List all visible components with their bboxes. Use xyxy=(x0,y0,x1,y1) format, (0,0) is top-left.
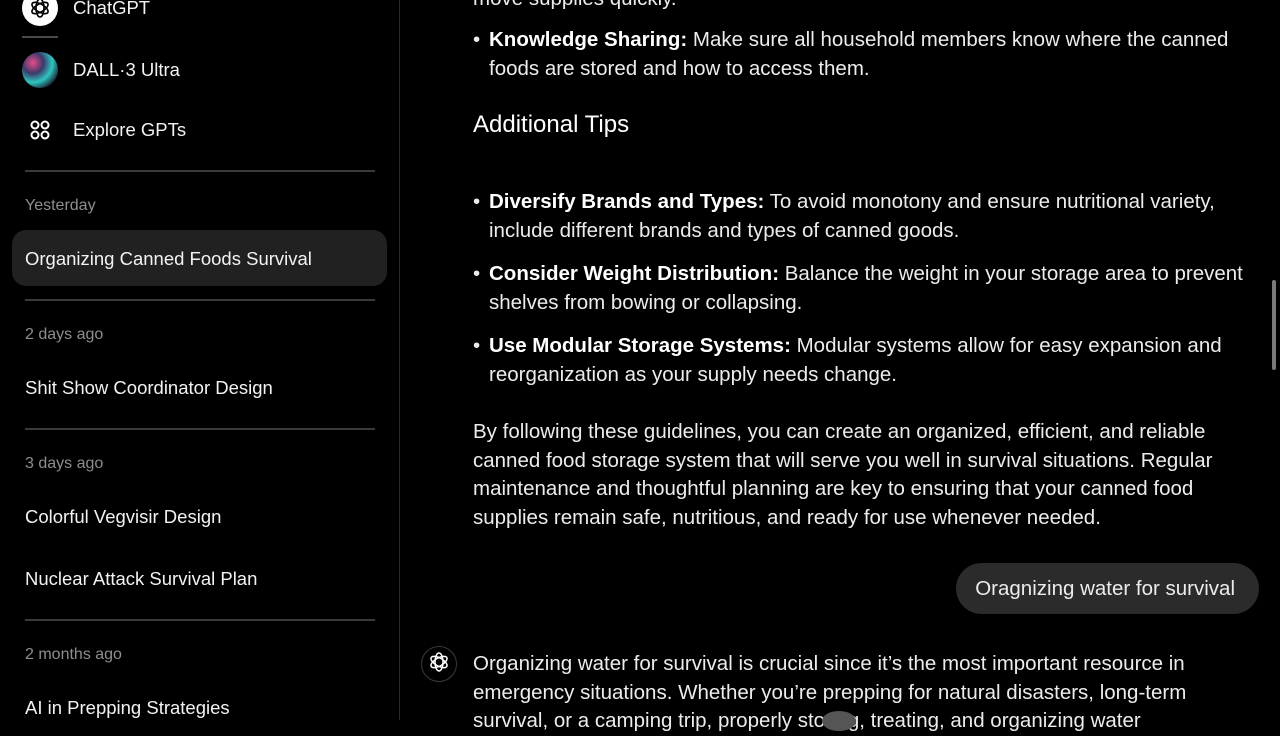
group-label: Yesterday xyxy=(25,197,96,214)
user-message-text: Oragnizing water for survival xyxy=(975,576,1235,600)
dalle-avatar-icon xyxy=(22,52,58,88)
divider xyxy=(25,170,375,172)
assistant-avatar xyxy=(421,646,457,682)
conversation-item[interactable]: AI in Prepping Strategies xyxy=(25,697,230,719)
divider xyxy=(25,299,375,301)
nav-explore-gpts[interactable]: Explore GPTs xyxy=(22,112,186,148)
touch-cursor xyxy=(822,711,856,731)
assistant-reply: Organizing water for survival is crucial… xyxy=(473,652,1187,733)
openai-logo-icon xyxy=(427,650,451,679)
bullet-dot: • xyxy=(473,262,481,285)
sidebar: ChatGPT DALL·3 Ultra Explore GPTs Yester… xyxy=(0,0,400,720)
nav-label: ChatGPT xyxy=(73,0,151,18)
group-label: 2 months ago xyxy=(25,646,122,663)
bullet-title: Knowledge Sharing: xyxy=(489,28,688,51)
conversation-item[interactable]: Colorful Vegvisir Design xyxy=(25,506,221,528)
scrollbar[interactable] xyxy=(1272,280,1276,370)
tip-bullet: • Diversify Brands and Types: To avoid m… xyxy=(473,188,1253,245)
conversation-item[interactable]: Organizing Canned Foods Survival xyxy=(25,248,312,270)
group-label: 3 days ago xyxy=(25,455,104,472)
tip-bullet: • Use Modular Storage Systems: Modular s… xyxy=(473,332,1253,389)
nav-dalle[interactable]: DALL·3 Ultra xyxy=(22,52,180,88)
user-message-bubble: Oragnizing water for survival xyxy=(956,563,1259,614)
bullet-title: Diversify Brands and Types: xyxy=(489,190,765,213)
bullet-dot: • xyxy=(473,190,481,213)
nav-label: Explore GPTs xyxy=(73,119,187,140)
conclusion-paragraph: By following these guidelines, you can c… xyxy=(473,420,1213,530)
openai-logo-icon xyxy=(22,0,58,26)
nav-chatgpt[interactable]: ChatGPT xyxy=(22,0,150,26)
divider xyxy=(22,36,58,38)
bullet-title: Consider Weight Distribution: xyxy=(489,262,780,285)
partial-text-line: move supplies quickly. xyxy=(473,0,1253,14)
bullet-knowledge-sharing: • Knowledge Sharing: Make sure all house… xyxy=(473,26,1253,83)
conversation-item[interactable]: Shit Show Coordinator Design xyxy=(25,377,273,399)
bullet-title: Use Modular Storage Systems: xyxy=(489,334,791,357)
divider xyxy=(25,428,375,430)
grid-dots-icon xyxy=(22,112,58,148)
divider xyxy=(25,619,375,621)
conversation-item[interactable]: Nuclear Attack Survival Plan xyxy=(25,568,257,590)
section-heading: Additional Tips xyxy=(473,111,630,138)
tip-bullet: • Consider Weight Distribution: Balance … xyxy=(473,260,1253,317)
group-label: 2 days ago xyxy=(25,326,104,343)
bullet-dot: • xyxy=(473,334,481,357)
nav-label: DALL·3 Ultra xyxy=(73,59,180,80)
bullet-dot: • xyxy=(473,28,481,51)
